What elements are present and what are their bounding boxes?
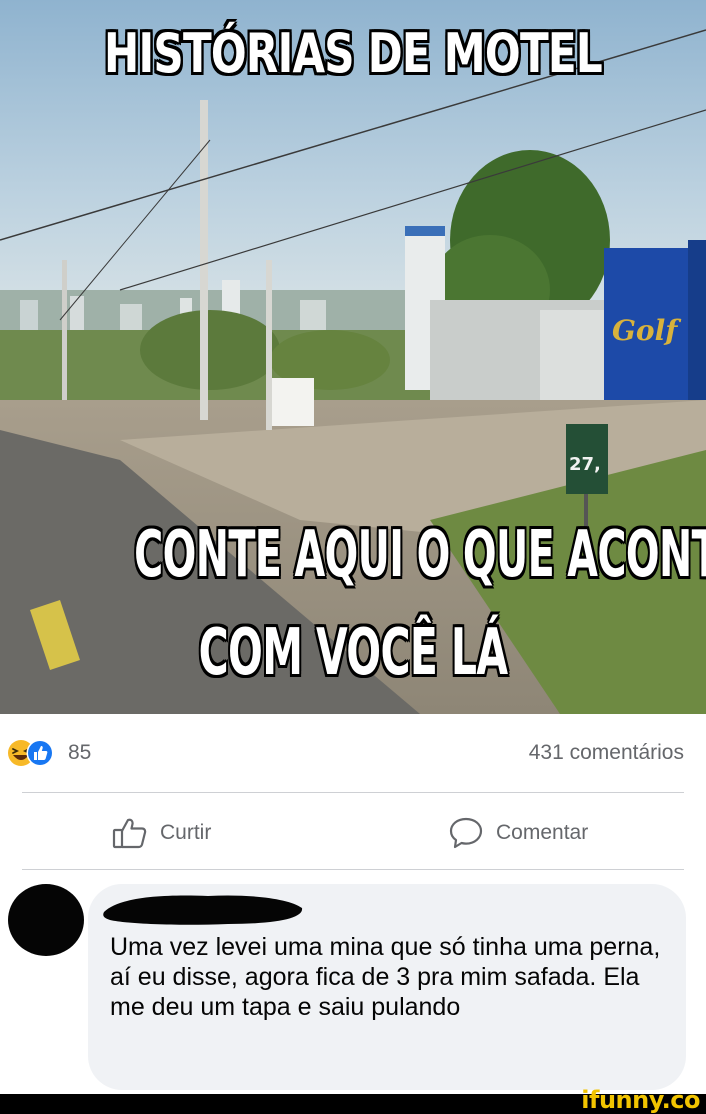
thumbs-up-icon <box>112 818 147 849</box>
divider <box>22 869 684 870</box>
reaction-count[interactable]: 85 <box>68 741 91 765</box>
commenter-name-redacted[interactable] <box>98 890 308 930</box>
commenter-avatar-redacted[interactable] <box>8 884 84 956</box>
meme-caption-bottom: COM VOCÊ LÁ <box>198 616 508 690</box>
divider <box>22 792 684 793</box>
like-button[interactable]: Curtir <box>112 810 211 856</box>
comments-count-link[interactable]: 431 comentários <box>529 741 684 765</box>
reactions-summary-row: 85 431 comentários <box>0 730 706 776</box>
comment-button-label: Comentar <box>496 821 589 844</box>
speech-bubble-icon <box>449 817 483 849</box>
like-button-label: Curtir <box>160 821 212 844</box>
comment-text: Uma vez levei uma mina que só tinha uma … <box>110 933 661 1021</box>
post-image[interactable]: Golf 27, HISTÓRIAS DE MOTEL CONTE AQUI O… <box>0 0 706 714</box>
meme-caption-top: HISTÓRIAS DE MOTEL <box>104 22 603 85</box>
motel-street-photo: Golf 27, <box>0 0 706 714</box>
ifunny-watermark: ifunny.co <box>581 1086 700 1114</box>
meme-caption-middle: CONTE AQUI O QUE ACONTECEU <box>134 518 706 592</box>
like-reaction-icon <box>26 739 54 767</box>
price-sign-text: 27, <box>569 454 601 475</box>
reaction-icons[interactable] <box>6 738 66 768</box>
comment-button[interactable]: Comentar <box>448 810 588 856</box>
motel-sign-text: Golf <box>612 314 682 347</box>
